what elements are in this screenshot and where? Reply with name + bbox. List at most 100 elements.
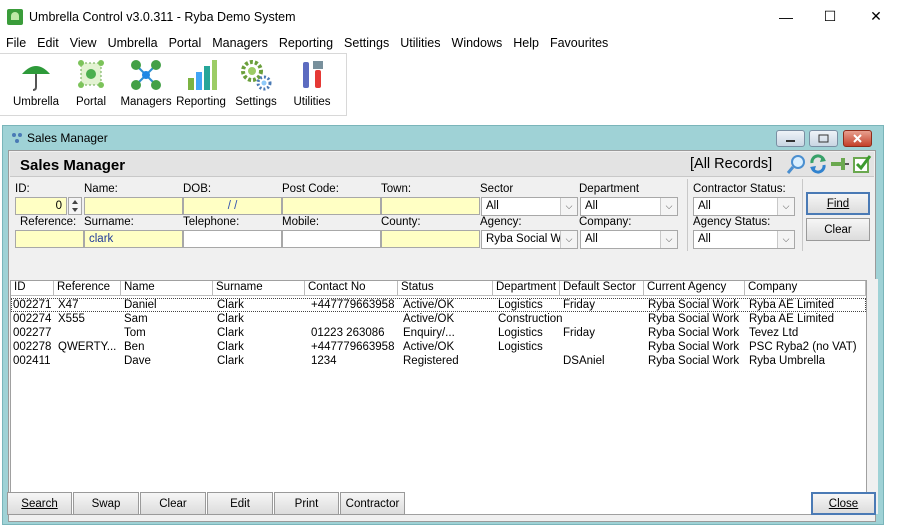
department-select[interactable]: All ⌵ [580, 197, 678, 216]
surname-label: Surname: [84, 216, 134, 228]
town-label: Town: [381, 183, 412, 195]
chevron-down-icon: ⌵ [560, 198, 577, 215]
clear-search-button[interactable]: Clear [806, 218, 870, 241]
sector-label: Sector [480, 183, 514, 195]
window-minimize-button[interactable] [776, 130, 805, 147]
close-button[interactable]: ✕ [853, 0, 899, 33]
sales-manager-icon [11, 132, 23, 144]
toolbar-utilities-button[interactable]: Utilities [290, 58, 334, 114]
county-field[interactable] [381, 230, 480, 248]
department-label: Department [579, 183, 640, 195]
search-button[interactable]: Search [7, 492, 72, 515]
minimize-button[interactable]: — [763, 0, 809, 33]
town-field[interactable] [381, 197, 480, 215]
swap-button[interactable]: Swap [73, 492, 139, 515]
column-header-company[interactable]: Company [745, 281, 866, 296]
menu-portal[interactable]: Portal [163, 36, 207, 50]
toolbar-portal-button[interactable]: Portal [71, 58, 111, 114]
pin-icon[interactable] [829, 155, 849, 176]
table-row[interactable]: 002274 X555 Sam Clark Active/OK Construc… [11, 312, 866, 326]
id-spinner[interactable] [68, 197, 82, 215]
close-window-button[interactable]: Close [811, 492, 876, 515]
chevron-down-icon: ⌵ [660, 231, 677, 248]
dob-field[interactable]: / / [183, 197, 282, 215]
id-field[interactable]: 0 [15, 197, 67, 215]
reference-label: Reference: [20, 216, 77, 228]
toolbar-settings-button[interactable]: Settings [233, 58, 279, 114]
bar-chart-icon [184, 58, 218, 92]
record-filter-label: [All Records] [690, 156, 773, 172]
column-header-current-agency[interactable]: Current Agency [644, 281, 745, 296]
column-header-default-sector[interactable]: Default Sector [560, 281, 644, 296]
column-header-status[interactable]: Status [398, 281, 493, 296]
menu-umbrella[interactable]: Umbrella [102, 36, 163, 50]
menu-bar: File Edit View Umbrella Portal Managers … [0, 33, 899, 53]
menu-view[interactable]: View [64, 36, 102, 50]
contractor-status-label: Contractor Status: [693, 183, 786, 195]
dob-label: DOB: [183, 183, 212, 195]
clear-button[interactable]: Clear [140, 492, 206, 515]
telephone-field[interactable] [183, 230, 282, 248]
sales-manager-content: Sales Manager [All Records] ID: Name: DO… [8, 150, 878, 522]
menu-windows[interactable]: Windows [446, 36, 508, 50]
sector-select[interactable]: All ⌵ [481, 197, 578, 216]
find-button[interactable]: Find [806, 192, 870, 215]
chevron-down-icon: ⌵ [560, 231, 577, 248]
window-restore-button[interactable] [809, 130, 838, 147]
table-row[interactable]: 002411 Dave Clark 1234 Registered DSAnie… [11, 354, 866, 368]
name-label: Name: [84, 183, 118, 195]
postcode-field[interactable] [282, 197, 381, 215]
sales-manager-titlebar[interactable]: Sales Manager [3, 126, 883, 150]
column-header-name[interactable]: Name [121, 281, 213, 296]
chevron-down-icon: ⌵ [777, 198, 794, 215]
mobile-label: Mobile: [282, 216, 320, 228]
window-close-button[interactable] [843, 130, 872, 147]
column-header-reference[interactable]: Reference [54, 281, 121, 296]
page-title: Sales Manager [20, 157, 126, 174]
main-toolbar: Umbrella Portal Managers Reporting Setti… [0, 53, 347, 116]
reference-field[interactable] [15, 230, 84, 248]
toolbar-managers-button[interactable]: Managers [120, 58, 172, 114]
refresh-icon[interactable] [807, 153, 829, 178]
table-row[interactable]: 002278 QWERTY... Ben Clark +447779663958… [11, 340, 866, 354]
tools-icon [295, 58, 329, 92]
menu-reporting[interactable]: Reporting [273, 36, 338, 50]
agency-label: Agency: [480, 216, 522, 228]
county-label: County: [381, 216, 421, 228]
column-header-id[interactable]: ID [11, 281, 54, 296]
agency-status-select[interactable]: All ⌵ [693, 230, 795, 249]
column-header-department[interactable]: Department [493, 281, 560, 296]
menu-settings[interactable]: Settings [338, 36, 394, 50]
surname-field[interactable]: clark [84, 230, 183, 248]
edit-button[interactable]: Edit [207, 492, 273, 515]
checkbox-icon[interactable] [852, 154, 872, 177]
table-row[interactable]: 002271 X47 Daniel Clark +447779663958 Ac… [11, 298, 866, 312]
column-header-contact-no[interactable]: Contact No [305, 281, 398, 296]
column-header-surname[interactable]: Surname [213, 281, 305, 296]
gears-icon [239, 58, 273, 92]
vertical-scrollbar[interactable] [873, 279, 878, 514]
toolbar-reporting-button[interactable]: Reporting [176, 58, 226, 114]
results-table[interactable]: ID Reference Name Surname Contact No Sta… [10, 280, 867, 515]
name-field[interactable] [84, 197, 183, 215]
menu-file[interactable]: File [0, 36, 31, 50]
contractor-button[interactable]: Contractor [340, 492, 405, 515]
umbrella-app-icon [7, 8, 23, 25]
search-icon[interactable] [786, 153, 808, 178]
contractor-status-select[interactable]: All ⌵ [693, 197, 795, 216]
menu-help[interactable]: Help [507, 36, 544, 50]
table-row[interactable]: 002277 Tom Clark 01223 263086 Enquiry/..… [11, 326, 866, 340]
menu-utilities[interactable]: Utilities [394, 36, 445, 50]
mobile-field[interactable] [282, 230, 381, 248]
menu-managers[interactable]: Managers [206, 36, 273, 50]
menu-edit[interactable]: Edit [31, 36, 64, 50]
print-button[interactable]: Print [274, 492, 339, 515]
toolbar-umbrella-button[interactable]: Umbrella [13, 58, 59, 114]
company-label: Company: [579, 216, 632, 228]
maximize-button[interactable]: ☐ [807, 0, 853, 33]
agency-select[interactable]: Ryba Social Wor ⌵ [481, 230, 578, 249]
company-select[interactable]: All ⌵ [580, 230, 678, 249]
table-header: ID Reference Name Surname Contact No Sta… [11, 281, 866, 296]
sales-manager-title: Sales Manager [27, 131, 108, 145]
menu-favourites[interactable]: Favourites [544, 36, 613, 50]
